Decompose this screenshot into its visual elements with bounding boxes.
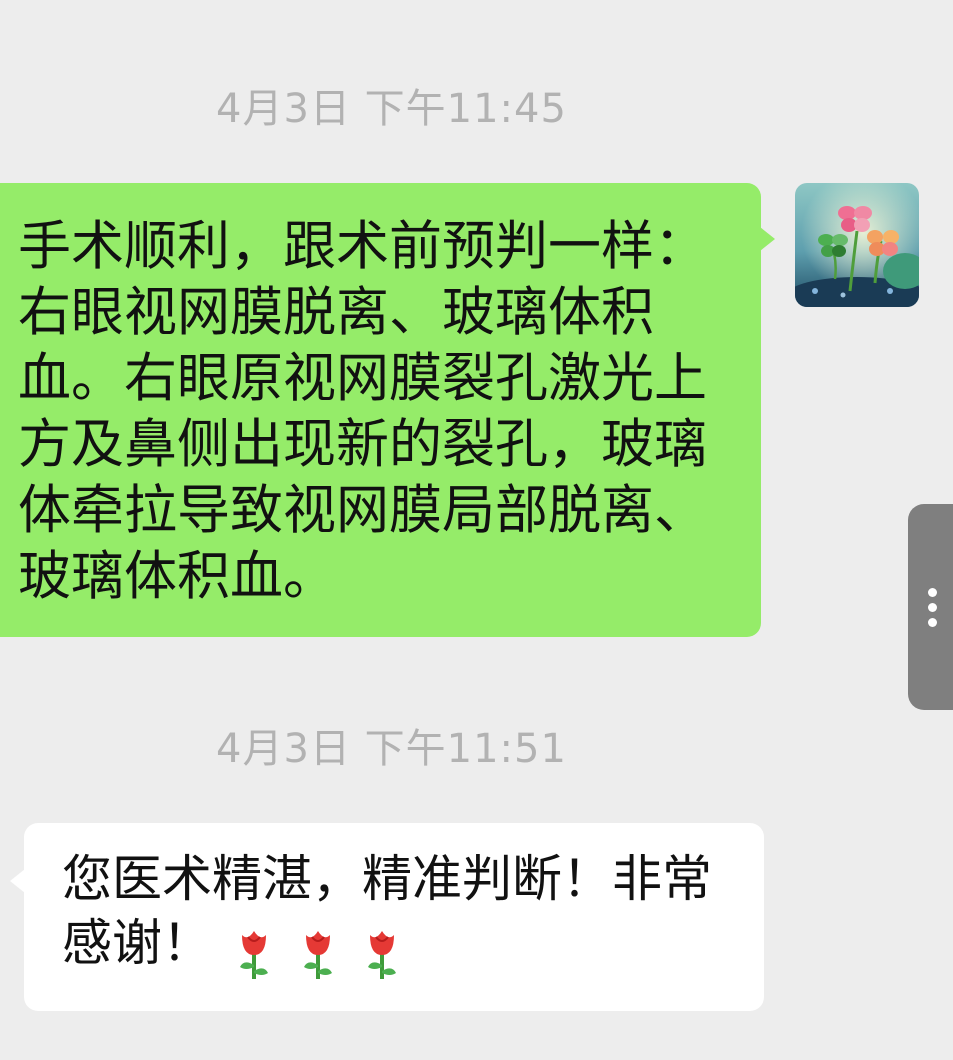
message-timestamp: 4月3日 下午11:51 (216, 726, 567, 772)
sent-message-bubble[interactable]: 手术顺利，跟术前预判一样：右眼视网膜脱离、玻璃体积血。右眼原视网膜裂孔激光上方及… (0, 183, 775, 637)
rose-emoji (304, 930, 332, 979)
rose-emoji (240, 930, 268, 979)
more-vertical-icon (928, 618, 937, 627)
message-timestamp: 4月3日 下午11:45 (216, 86, 567, 132)
bubble-tail (760, 227, 775, 251)
more-options-handle[interactable] (908, 504, 953, 710)
more-vertical-icon (928, 588, 937, 597)
bubble-tail (10, 869, 25, 893)
four-leaf-clover-avatar[interactable] (795, 183, 919, 307)
sent-message-text: 手术顺利，跟术前预判一样：右眼视网膜脱离、玻璃体积血。右眼原视网膜裂孔激光上方及… (18, 216, 707, 607)
more-vertical-icon (928, 603, 937, 612)
avatar-image (795, 183, 919, 307)
emoji-row (212, 917, 404, 981)
received-message-bubble[interactable]: 您医术精湛，精准判断！非常感谢！ (10, 823, 764, 1011)
rose-emoji (368, 930, 396, 979)
received-message-content: 您医术精湛，精准判断！非常感谢！ (62, 847, 744, 981)
